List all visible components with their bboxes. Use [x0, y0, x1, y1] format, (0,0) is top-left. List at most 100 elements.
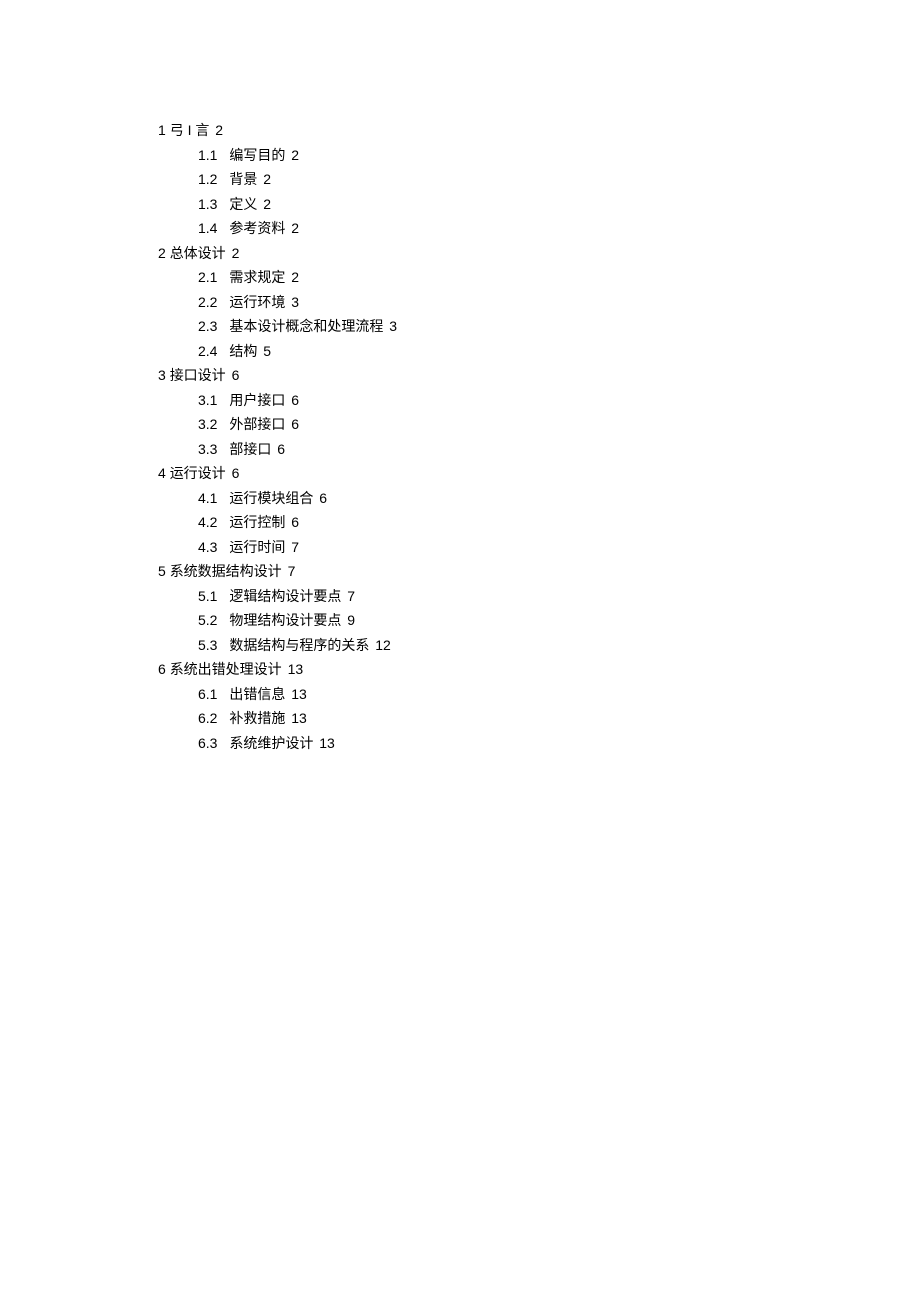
toc-heading-page: 13: [288, 661, 304, 677]
toc-sub-item: 6.3 系统维护设计 13: [158, 731, 920, 756]
toc-sub-item: 3.1 用户接口 6: [158, 388, 920, 413]
toc-heading-title: 接口设计: [170, 367, 226, 383]
toc-heading: 1 弓 I 言 2: [158, 118, 920, 143]
toc-sub-page: 5: [263, 343, 271, 359]
toc-sub-title: 补救措施: [229, 710, 285, 726]
toc-sub-item: 4.3 运行时间 7: [158, 535, 920, 560]
toc-sub-number: 6.3: [198, 735, 217, 751]
toc-sub-title: 结构: [229, 343, 257, 359]
toc-sub-page: 13: [291, 686, 307, 702]
toc-sub-item: 4.2 运行控制 6: [158, 510, 920, 535]
toc-sub-title: 定义: [229, 196, 257, 212]
toc-sub-page: 6: [291, 514, 299, 530]
toc-sub-title: 物理结构设计要点: [229, 612, 341, 628]
toc-sub-number: 4.3: [198, 539, 217, 555]
toc-section: 2 总体设计 22.1 需求规定 22.2 运行环境 32.3 基本设计概念和处…: [158, 241, 920, 364]
toc-sub-page: 2: [291, 147, 299, 163]
toc-heading-number: 3: [158, 367, 166, 383]
toc-sub-number: 1.3: [198, 196, 217, 212]
toc-sub-page: 7: [347, 588, 355, 604]
toc-sub-item: 1.2 背景 2: [158, 167, 920, 192]
toc-section: 6 系统出错处理设计 136.1 出错信息 136.2 补救措施 136.3 系…: [158, 657, 920, 755]
toc-sub-title: 数据结构与程序的关系: [229, 637, 369, 653]
toc-sub-number: 1.4: [198, 220, 217, 236]
toc-sub-item: 3.3 部接口 6: [158, 437, 920, 462]
toc-heading: 4 运行设计 6: [158, 461, 920, 486]
toc-sub-page: 13: [319, 735, 335, 751]
toc-heading: 3 接口设计 6: [158, 363, 920, 388]
toc-sub-page: 12: [375, 637, 391, 653]
toc-sub-number: 5.3: [198, 637, 217, 653]
toc-sub-title: 外部接口: [229, 416, 285, 432]
toc-heading-number: 2: [158, 245, 166, 261]
toc-sub-page: 6: [291, 392, 299, 408]
toc-sub-number: 3.1: [198, 392, 217, 408]
toc-sub-title: 需求规定: [229, 269, 285, 285]
toc-heading-number: 4: [158, 465, 166, 481]
toc-sub-item: 6.1 出错信息 13: [158, 682, 920, 707]
toc-sub-title: 运行环境: [229, 294, 285, 310]
toc-heading-title: 系统数据结构设计: [170, 563, 282, 579]
toc-sub-title: 逻辑结构设计要点: [229, 588, 341, 604]
toc-sub-number: 6.2: [198, 710, 217, 726]
toc-heading: 2 总体设计 2: [158, 241, 920, 266]
toc-sub-item: 4.1 运行模块组合 6: [158, 486, 920, 511]
toc-sub-number: 5.1: [198, 588, 217, 604]
toc-sub-page: 6: [319, 490, 327, 506]
toc-sub-item: 2.1 需求规定 2: [158, 265, 920, 290]
toc-sub-page: 7: [291, 539, 299, 555]
toc-sub-title: 基本设计概念和处理流程: [229, 318, 383, 334]
toc-heading-title: 系统出错处理设计: [170, 661, 282, 677]
toc-sub-item: 5.2 物理结构设计要点 9: [158, 608, 920, 633]
toc-sub-number: 2.4: [198, 343, 217, 359]
toc-sub-page: 3: [291, 294, 299, 310]
toc-heading-page: 7: [288, 563, 296, 579]
toc-sub-item: 2.2 运行环境 3: [158, 290, 920, 315]
toc-sub-item: 5.3 数据结构与程序的关系 12: [158, 633, 920, 658]
toc-sub-page: 9: [347, 612, 355, 628]
toc-section: 4 运行设计 64.1 运行模块组合 64.2 运行控制 64.3 运行时间 7: [158, 461, 920, 559]
toc-sub-number: 4.1: [198, 490, 217, 506]
toc-section: 1 弓 I 言 21.1 编写目的 21.2 背景 21.3 定义 21.4 参…: [158, 118, 920, 241]
toc-heading: 5 系统数据结构设计 7: [158, 559, 920, 584]
toc-sub-item: 6.2 补救措施 13: [158, 706, 920, 731]
toc-sub-title: 系统维护设计: [229, 735, 313, 751]
toc-heading-page: 6: [232, 465, 240, 481]
toc-sub-page: 2: [263, 171, 271, 187]
toc-sub-page: 3: [389, 318, 397, 334]
toc-sub-title: 运行模块组合: [229, 490, 313, 506]
toc-sub-page: 2: [263, 196, 271, 212]
toc-heading-title: 总体设计: [170, 245, 226, 261]
toc-sub-number: 3.3: [198, 441, 217, 457]
toc-sub-title: 部接口: [229, 441, 271, 457]
toc-sub-item: 1.1 编写目的 2: [158, 143, 920, 168]
toc-sub-page: 6: [277, 441, 285, 457]
toc-sub-number: 2.1: [198, 269, 217, 285]
toc-sub-item: 5.1 逻辑结构设计要点 7: [158, 584, 920, 609]
table-of-contents: 1 弓 I 言 21.1 编写目的 21.2 背景 21.3 定义 21.4 参…: [158, 118, 920, 755]
toc-sub-title: 运行控制: [229, 514, 285, 530]
toc-section: 3 接口设计 63.1 用户接口 63.2 外部接口 63.3 部接口 6: [158, 363, 920, 461]
toc-sub-title: 用户接口: [229, 392, 285, 408]
toc-heading-page: 6: [232, 367, 240, 383]
toc-heading: 6 系统出错处理设计 13: [158, 657, 920, 682]
toc-sub-title: 出错信息: [229, 686, 285, 702]
toc-sub-title: 参考资料: [229, 220, 285, 236]
toc-sub-item: 2.3 基本设计概念和处理流程 3: [158, 314, 920, 339]
toc-sub-title: 背景: [229, 171, 257, 187]
toc-sub-item: 3.2 外部接口 6: [158, 412, 920, 437]
toc-sub-number: 4.2: [198, 514, 217, 530]
toc-sub-number: 3.2: [198, 416, 217, 432]
toc-heading-page: 2: [215, 122, 223, 138]
toc-sub-page: 13: [291, 710, 307, 726]
toc-sub-title: 运行时间: [229, 539, 285, 555]
toc-heading-title: 弓 I 言: [170, 122, 210, 138]
toc-heading-number: 6: [158, 661, 166, 677]
toc-sub-page: 2: [291, 220, 299, 236]
toc-section: 5 系统数据结构设计 75.1 逻辑结构设计要点 75.2 物理结构设计要点 9…: [158, 559, 920, 657]
toc-sub-title: 编写目的: [229, 147, 285, 163]
toc-heading-number: 5: [158, 563, 166, 579]
toc-sub-number: 2.3: [198, 318, 217, 334]
toc-sub-item: 1.4 参考资料 2: [158, 216, 920, 241]
toc-sub-page: 6: [291, 416, 299, 432]
